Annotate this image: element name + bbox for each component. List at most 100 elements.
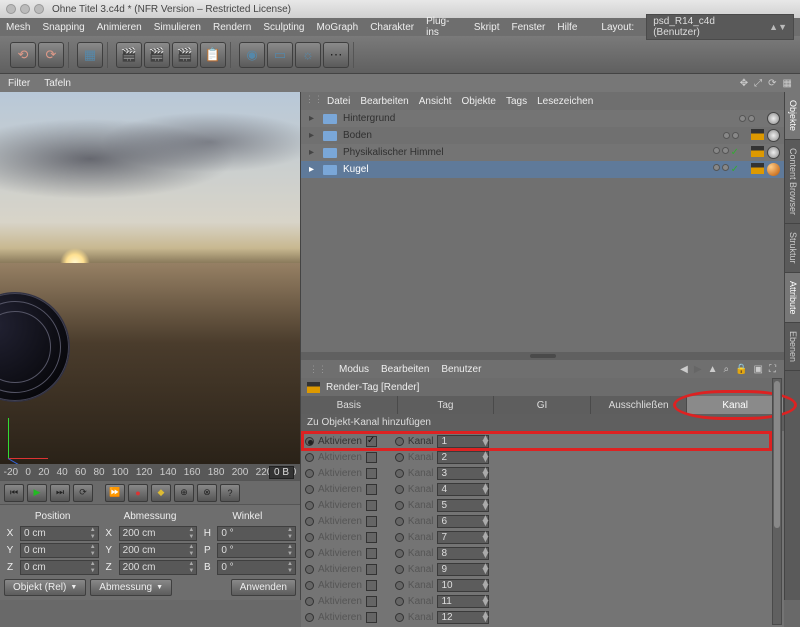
render-tag-icon[interactable] <box>751 129 764 140</box>
render-settings-button[interactable]: 🎬 <box>172 42 198 68</box>
kanal-value-field[interactable]: 1▲▼ <box>437 435 489 448</box>
kanal-value-field[interactable]: 8▲▼ <box>437 547 489 560</box>
rotate-icon[interactable]: ⟳ <box>768 78 776 89</box>
panel-grip-icon[interactable]: ⋮⋮ <box>309 364 327 375</box>
render-region-button[interactable]: 🎬 <box>144 42 170 68</box>
tab-kanal[interactable]: Kanal <box>687 396 784 414</box>
om-menu-objekte[interactable]: Objekte <box>462 96 496 107</box>
om-item[interactable]: ▸Kugel✓ <box>301 161 784 178</box>
aktivieren-radio[interactable] <box>305 565 314 574</box>
kanal-value-field[interactable]: 12▲▼ <box>437 611 489 624</box>
aktivieren-radio[interactable] <box>305 549 314 558</box>
key-rot-button[interactable]: ⊗ <box>197 484 217 502</box>
sidetab-contentbrowser[interactable]: Content Browser <box>785 140 800 224</box>
loop-button[interactable]: ⟳ <box>73 484 93 502</box>
aktivieren-checkbox[interactable] <box>366 468 377 479</box>
expand-icon[interactable]: ▸ <box>309 130 317 141</box>
kanal-radio[interactable] <box>395 485 404 494</box>
aktivieren-checkbox[interactable] <box>366 452 377 463</box>
menu-fenster[interactable]: Fenster <box>511 22 545 33</box>
layout-dropdown[interactable]: psd_R14_c4d (Benutzer) ▲▼ <box>646 14 794 40</box>
aktivieren-radio[interactable] <box>305 501 314 510</box>
tab-basis[interactable]: Basis <box>301 396 398 414</box>
next-key-button[interactable]: ⏩ <box>105 484 125 502</box>
ang-h-field[interactable]: 0 °▲▼ <box>217 526 296 541</box>
key-help-button[interactable]: ? <box>220 484 240 502</box>
kanal-value-field[interactable]: 6▲▼ <box>437 515 489 528</box>
menu-plugins[interactable]: Plug-ins <box>426 16 462 38</box>
tab-gi[interactable]: GI <box>494 396 591 414</box>
search-icon[interactable]: ⌕ <box>723 364 729 375</box>
viewport[interactable] <box>0 92 300 464</box>
aktivieren-radio[interactable] <box>305 485 314 494</box>
key-pos-button[interactable]: ⊕ <box>174 484 194 502</box>
scrollbar[interactable] <box>772 378 782 625</box>
visibility-dots[interactable]: ✓ <box>713 164 739 175</box>
kanal-radio[interactable] <box>395 517 404 526</box>
timeline-ruler[interactable]: -20 0 20 40 60 80 100 120 140 160 180 20… <box>0 464 300 480</box>
om-menu-datei[interactable]: Datei <box>327 96 350 107</box>
primitive-light-button[interactable]: ☼ <box>295 42 321 68</box>
om-item[interactable]: ▸Boden <box>301 127 784 144</box>
filter-menu[interactable]: Filter <box>8 78 30 89</box>
panel-grip-icon[interactable]: ⋮⋮ <box>305 94 323 105</box>
aktivieren-radio[interactable] <box>305 597 314 606</box>
aktivieren-checkbox[interactable] <box>366 580 377 591</box>
nav-arrows-icon[interactable]: ✥ <box>740 78 748 89</box>
resize-handle[interactable] <box>301 352 784 360</box>
sidetab-attribute[interactable]: Attribute <box>785 273 800 324</box>
kanal-radio[interactable] <box>395 533 404 542</box>
menu-hilfe[interactable]: Hilfe <box>557 22 577 33</box>
primitive-cube-button[interactable]: ◉ <box>239 42 265 68</box>
attr-menu-benutzer[interactable]: Benutzer <box>441 364 481 375</box>
attr-menu-modus[interactable]: Modus <box>339 364 369 375</box>
record-button[interactable]: ● <box>128 484 148 502</box>
ang-p-field[interactable]: 0 °▲▼ <box>217 543 296 558</box>
render-tag-icon[interactable] <box>751 163 764 174</box>
tool-cube-icon[interactable]: ▦ <box>77 42 103 68</box>
expand-icon[interactable]: ▸ <box>309 164 317 175</box>
new-icon[interactable]: ▣ <box>754 364 763 375</box>
aktivieren-checkbox[interactable] <box>366 548 377 559</box>
menu-mesh[interactable]: Mesh <box>6 22 30 33</box>
kanal-radio[interactable] <box>395 437 404 446</box>
dimension-dropdown[interactable]: Abmessung▼ <box>90 579 172 596</box>
pos-z-field[interactable]: 0 cm▲▼ <box>20 560 99 575</box>
pos-y-field[interactable]: 0 cm▲▼ <box>20 543 99 558</box>
kanal-radio[interactable] <box>395 565 404 574</box>
visibility-dots[interactable]: ✓ <box>713 147 739 158</box>
om-menu-bearbeiten[interactable]: Bearbeiten <box>360 96 408 107</box>
kanal-value-field[interactable]: 9▲▼ <box>437 563 489 576</box>
kanal-value-field[interactable]: 3▲▼ <box>437 467 489 480</box>
aktivieren-checkbox[interactable] <box>366 564 377 575</box>
traffic-lights[interactable] <box>6 4 44 14</box>
history-fwd-icon[interactable]: ▶ <box>694 364 702 375</box>
aktivieren-radio[interactable] <box>305 533 314 542</box>
autokey-button[interactable]: ◆ <box>151 484 171 502</box>
material-tag-icon[interactable] <box>767 146 780 159</box>
om-menu-tags[interactable]: Tags <box>506 96 527 107</box>
coord-space-dropdown[interactable]: Objekt (Rel)▼ <box>4 579 86 596</box>
menu-rendern[interactable]: Rendern <box>213 22 251 33</box>
kanal-value-field[interactable]: 5▲▼ <box>437 499 489 512</box>
om-item[interactable]: ▸Physikalischer Himmel✓ <box>301 144 784 161</box>
expand-icon[interactable]: ▸ <box>309 113 317 124</box>
apply-button[interactable]: Anwenden <box>231 579 296 596</box>
aktivieren-checkbox[interactable] <box>366 516 377 527</box>
menu-animieren[interactable]: Animieren <box>97 22 142 33</box>
kanal-radio[interactable] <box>395 501 404 510</box>
render-tag-icon[interactable] <box>751 146 764 157</box>
kanal-value-field[interactable]: 4▲▼ <box>437 483 489 496</box>
aktivieren-radio[interactable] <box>305 453 314 462</box>
sidetab-ebenen[interactable]: Ebenen <box>785 323 800 371</box>
ang-b-field[interactable]: 0 °▲▼ <box>217 560 296 575</box>
aktivieren-checkbox[interactable] <box>366 500 377 511</box>
om-menu-lesezeichen[interactable]: Lesezeichen <box>537 96 593 107</box>
aktivieren-radio[interactable] <box>305 469 314 478</box>
dim-x-field[interactable]: 200 cm▲▼ <box>119 526 198 541</box>
maximize-icon[interactable]: ⛶ <box>769 364 776 375</box>
material-tag-icon[interactable] <box>767 163 780 176</box>
dim-z-field[interactable]: 200 cm▲▼ <box>119 560 198 575</box>
zoom-icon[interactable]: ⤢ <box>754 78 762 89</box>
attr-menu-bearbeiten[interactable]: Bearbeiten <box>381 364 429 375</box>
